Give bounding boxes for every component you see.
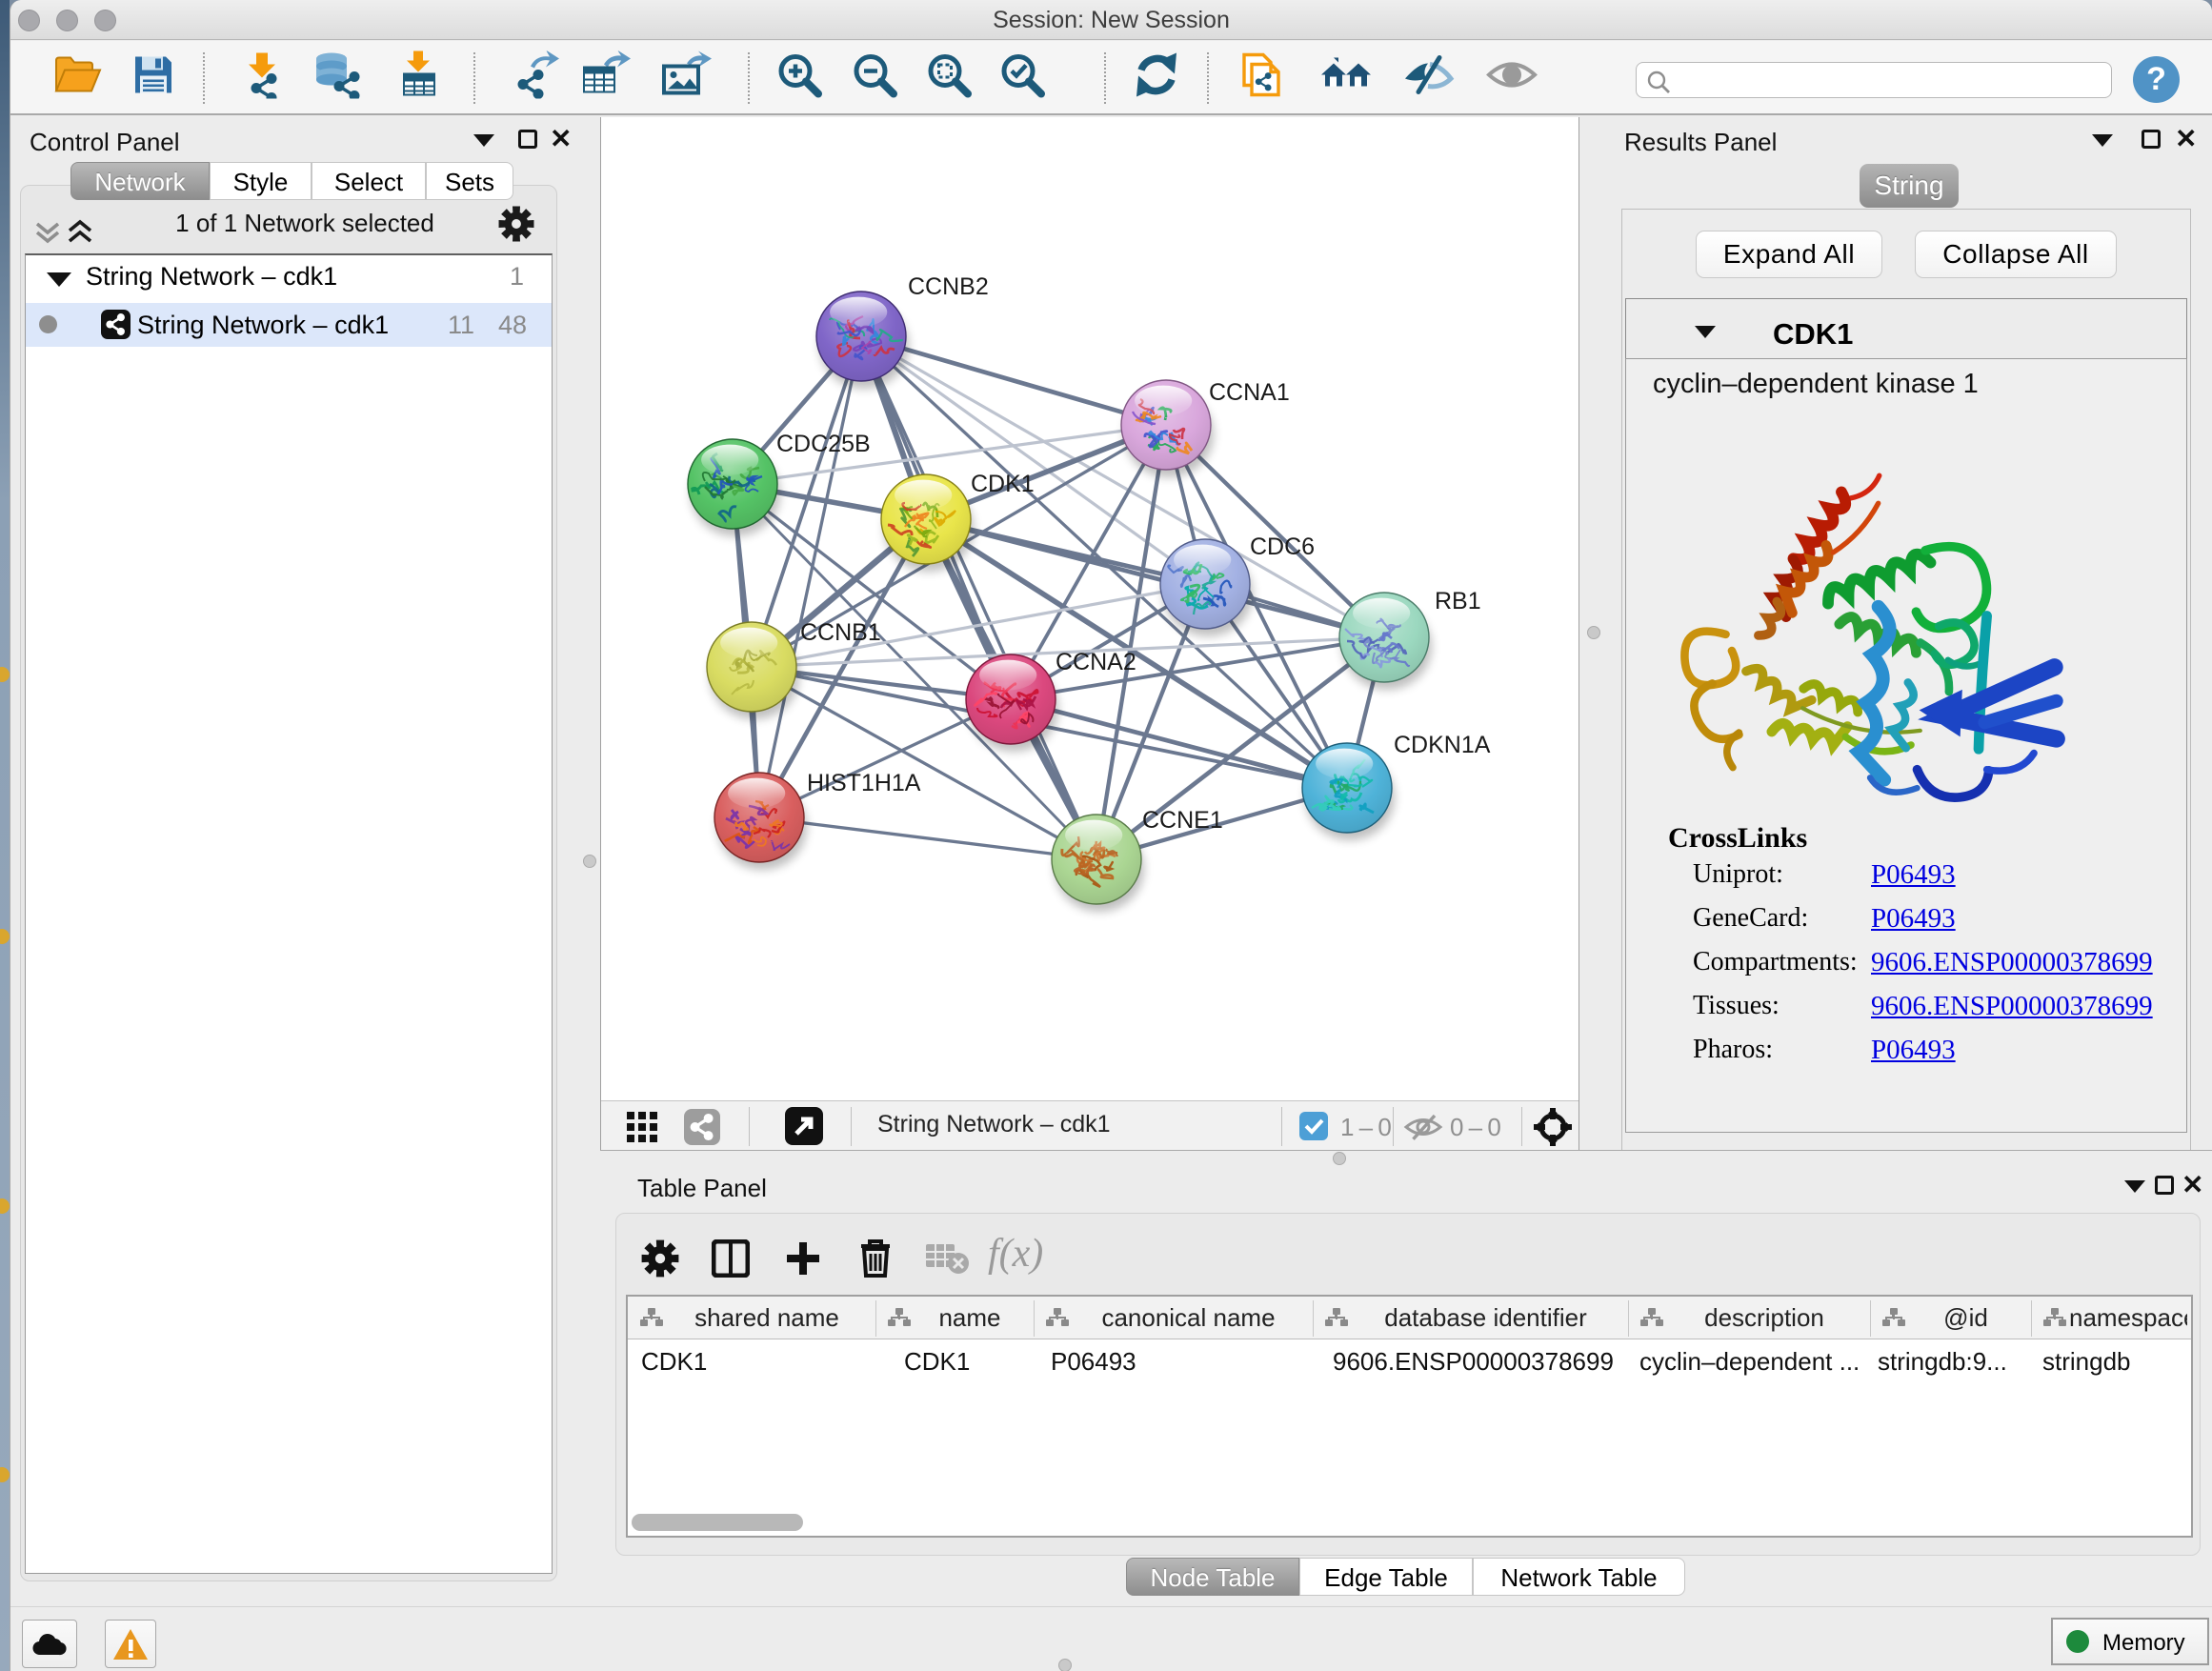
svg-text:CCNB1: CCNB1 xyxy=(800,619,881,646)
svg-text:CDC25B: CDC25B xyxy=(776,431,871,457)
svg-text:CCNA2: CCNA2 xyxy=(1056,649,1136,675)
svg-text:HIST1H1A: HIST1H1A xyxy=(807,770,921,796)
svg-text:CDKN1A: CDKN1A xyxy=(1394,732,1491,758)
svg-text:CDK1: CDK1 xyxy=(971,471,1035,497)
svg-text:CDC6: CDC6 xyxy=(1250,534,1315,560)
svg-text:CCNA1: CCNA1 xyxy=(1209,379,1290,406)
svg-text:CCNB2: CCNB2 xyxy=(908,273,989,300)
svg-text:RB1: RB1 xyxy=(1435,588,1481,614)
svg-text:CCNE1: CCNE1 xyxy=(1142,807,1223,834)
